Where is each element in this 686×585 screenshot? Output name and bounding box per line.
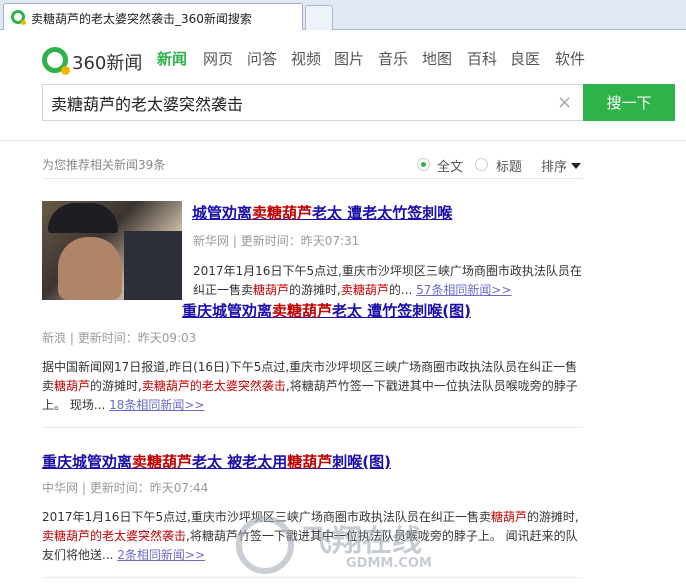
- logo-ring-icon: [42, 47, 70, 75]
- title-text: 老太 遭老太竹签刺喉: [312, 204, 453, 222]
- nav-item-qa[interactable]: 问答: [247, 48, 277, 69]
- more-news-link-3[interactable]: 2条相同新闻>>: [117, 548, 205, 562]
- result-source: 中华网: [42, 481, 79, 495]
- result-source: 新华网: [193, 234, 230, 248]
- watermark-logo-icon: [236, 516, 294, 574]
- nav-item-software[interactable]: 软件: [555, 48, 585, 69]
- search-button[interactable]: 搜一下: [583, 84, 675, 121]
- clear-icon[interactable]: ×: [557, 92, 572, 113]
- result-time: 更新时间：昨天07:31: [240, 234, 360, 248]
- result-source: 新浪: [42, 331, 67, 345]
- result-divider: [42, 427, 583, 428]
- title-highlight: 糖葫芦: [287, 453, 333, 471]
- result-count: 为您推荐相关新闻39条: [42, 158, 166, 172]
- nav-item-video[interactable]: 视频: [291, 48, 321, 69]
- nav-item-news[interactable]: 新闻: [157, 48, 187, 69]
- title-text: 老太 遭竹签刺喉(图): [332, 302, 471, 320]
- nav-item-baike[interactable]: 百科: [467, 48, 497, 69]
- result-snippet-2: 据中国新闻网17日报道,昨日(16日)下午5点过,重庆市沙坪坝区三峡广场商圈市政…: [42, 360, 578, 412]
- watermark-text: 飞翔在线: [302, 524, 422, 559]
- browser-tab-strip: 卖糖葫芦的老太婆突然袭击_360新闻搜索: [0, 0, 686, 30]
- filter-divider: [42, 178, 583, 179]
- title-highlight: 卖糖葫芦: [252, 204, 313, 222]
- result-meta-2: 新浪 | 更新时间：昨天09:03: [42, 331, 197, 345]
- nav-item-web[interactable]: 网页: [203, 48, 233, 69]
- nav-item-doctor[interactable]: 良医: [510, 48, 540, 69]
- watermark-subtext: GDMM.COM: [346, 556, 432, 571]
- favicon-icon: [11, 10, 26, 25]
- news-thumbnail[interactable]: [42, 201, 182, 300]
- tab-title: 卖糖葫芦的老太婆突然袭击_360新闻搜索: [31, 12, 252, 26]
- title-text: 城管劝离: [192, 204, 253, 222]
- browser-tab[interactable]: 卖糖葫芦的老太婆突然袭击_360新闻搜索: [3, 3, 303, 30]
- result-title-3[interactable]: 重庆城管劝离卖糖葫芦老太 被老太用糖葫芦刺喉(图): [42, 451, 391, 472]
- caret-down-icon: [571, 163, 582, 169]
- thumbnail-coat-shape: [124, 231, 182, 300]
- title-label[interactable]: 标题: [496, 156, 522, 175]
- logo-text: 360新闻: [72, 53, 143, 74]
- nav-item-map[interactable]: 地图: [422, 48, 452, 69]
- header-divider: [0, 140, 686, 141]
- result-meta-3: 中华网 | 更新时间：昨天07:44: [42, 481, 209, 495]
- thumbnail-face-shape: [58, 237, 122, 300]
- title-text: 老太 被老太用: [192, 453, 288, 471]
- new-tab-button[interactable]: [305, 5, 333, 30]
- title-highlight: 卖糖葫芦: [272, 302, 333, 320]
- title-text: 重庆城管劝离: [182, 302, 273, 320]
- result-meta-1: 新华网 | 更新时间：昨天07:31: [193, 234, 360, 248]
- nav-item-images[interactable]: 图片: [334, 48, 364, 69]
- title-radio[interactable]: [475, 158, 488, 171]
- title-text: 刺喉(图): [332, 453, 391, 471]
- sort-label: 排序: [541, 160, 568, 175]
- result-snippet-1: 2017年1月16日下午5点过,重庆市沙坪坝区三峡广场商圈市政执法队员在纠正一售…: [193, 264, 582, 297]
- search-input[interactable]: [51, 91, 551, 115]
- title-text: 重庆城管劝离: [42, 453, 133, 471]
- more-news-link-1[interactable]: 57条相同新闻>>: [416, 283, 511, 297]
- fulltext-label[interactable]: 全文: [437, 156, 463, 175]
- fulltext-radio[interactable]: [417, 158, 430, 171]
- nav-item-music[interactable]: 音乐: [378, 48, 408, 69]
- result-time: 更新时间：昨天09:03: [77, 331, 197, 345]
- result-title-2[interactable]: 重庆城管劝离卖糖葫芦老太 遭竹签刺喉(图): [182, 300, 471, 321]
- search-box: ×: [42, 84, 583, 121]
- thumbnail-cap-shape: [48, 203, 118, 233]
- sort-dropdown[interactable]: 排序: [541, 156, 582, 175]
- more-news-link-2[interactable]: 18条相同新闻>>: [109, 398, 204, 412]
- result-time: 更新时间：昨天07:44: [89, 481, 209, 495]
- title-highlight: 卖糖葫芦: [132, 453, 193, 471]
- watermark: 飞翔在线 GDMM.COM: [236, 512, 476, 578]
- result-title-1[interactable]: 城管劝离卖糖葫芦老太 遭老太竹签刺喉: [192, 202, 452, 223]
